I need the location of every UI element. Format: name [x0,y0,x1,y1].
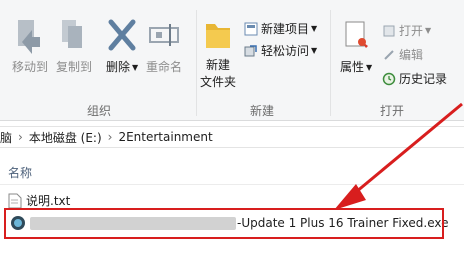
annotation-arrow-icon [334,102,463,210]
